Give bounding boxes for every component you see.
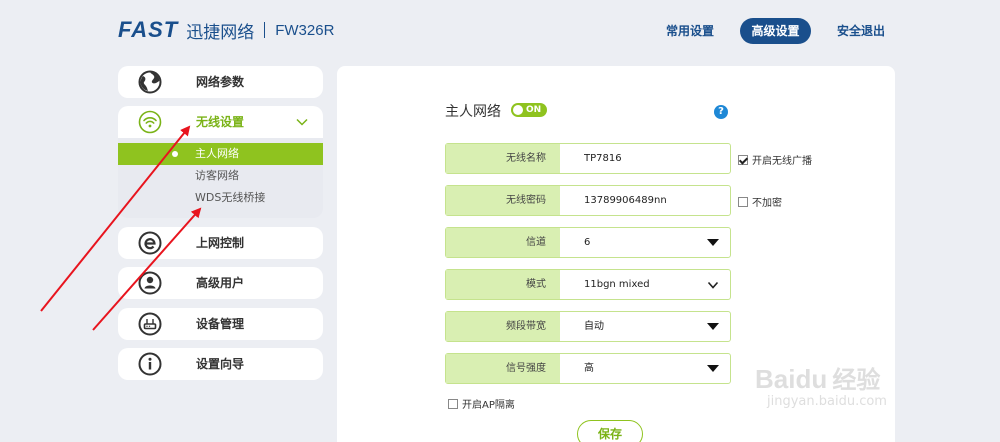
chevron-down-icon[interactable] — [707, 279, 719, 291]
field-mode: 模式 11bgn mixed — [445, 269, 731, 300]
nav-common-settings[interactable]: 常用设置 — [658, 18, 722, 44]
sidebar-item-label: 网络参数 — [196, 75, 245, 89]
sidebar-item-label: 高级用户 — [196, 276, 245, 290]
checkbox-box[interactable] — [738, 154, 748, 165]
router-icon — [138, 312, 162, 336]
sidebar-item-network-params[interactable]: 网络参数 — [118, 66, 323, 98]
active-dot-icon — [172, 151, 178, 157]
sidebar-item-label: 上网控制 — [196, 236, 245, 250]
field-label: 无线名称 — [446, 144, 560, 173]
sidebar-item-label: 设置向导 — [196, 357, 245, 371]
sidebar-item-setup-wizard[interactable]: 设置向导 — [118, 348, 323, 380]
top-nav: 常用设置 高级设置 安全退出 — [0, 18, 1000, 44]
checkbox-label: 开启无线广播 — [752, 156, 812, 167]
field-signal-strength: 信号强度 高 — [445, 353, 731, 384]
toggle-state-label: ON — [526, 105, 542, 115]
sidebar-item-advanced-users[interactable]: 高级用户 — [118, 267, 323, 299]
watermark-paw: du — [795, 364, 828, 394]
watermark-cn: 经验 — [832, 366, 881, 394]
watermark-bai: Bai — [755, 364, 796, 394]
subitem-label: 访客网络 — [195, 169, 239, 182]
dropdown-caret-icon[interactable] — [707, 365, 719, 372]
page-title: 主人网络 — [445, 104, 501, 120]
sidebar-group-wireless: 无线设置 主人网络 访客网络 WDS无线桥接 — [118, 106, 323, 218]
sidebar-subitem-host-network[interactable]: 主人网络 — [118, 143, 323, 165]
dropdown-caret-icon[interactable] — [707, 323, 719, 330]
bandwidth-select[interactable]: 自动 — [560, 312, 730, 341]
broadcast-checkbox[interactable]: 开启无线广播 — [738, 152, 812, 167]
subitem-label: WDS无线桥接 — [195, 191, 266, 204]
nav-logout[interactable]: 安全退出 — [830, 18, 892, 44]
ssid-input[interactable] — [560, 144, 730, 173]
globe-icon — [138, 70, 162, 94]
baidu-watermark: Baidu 经验 jingyan.baidu.com — [755, 360, 955, 420]
sidebar-subitem-guest-network[interactable]: 访客网络 — [118, 165, 323, 187]
checkbox-label: 开启AP隔离 — [462, 400, 515, 411]
field-label: 信号强度 — [446, 354, 560, 383]
sidebar-item-label: 设备管理 — [196, 317, 245, 331]
password-input[interactable] — [560, 186, 730, 215]
sidebar-item-internet-control[interactable]: 上网控制 — [118, 227, 323, 259]
field-channel: 信道 6 — [445, 227, 731, 258]
save-button[interactable]: 保存 — [577, 420, 643, 442]
wifi-icon — [138, 110, 162, 134]
dropdown-caret-icon[interactable] — [707, 239, 719, 246]
info-icon — [138, 352, 162, 376]
field-ssid: 无线名称 — [445, 143, 731, 174]
host-network-toggle[interactable]: ON — [511, 103, 547, 117]
sidebar-item-device-management[interactable]: 设备管理 — [118, 308, 323, 340]
nav-advanced-settings[interactable]: 高级设置 — [740, 18, 811, 44]
channel-select[interactable]: 6 — [560, 228, 730, 257]
toggle-knob — [513, 105, 523, 115]
checkbox-box[interactable] — [738, 196, 748, 207]
ap-isolation-checkbox[interactable]: 开启AP隔离 — [448, 396, 515, 411]
sidebar-item-label: 无线设置 — [196, 115, 245, 129]
watermark-url: jingyan.baidu.com — [767, 394, 887, 409]
chevron-down-icon — [296, 118, 308, 126]
internet-explorer-icon — [138, 231, 162, 255]
field-label: 频段带宽 — [446, 312, 560, 341]
no-encryption-checkbox[interactable]: 不加密 — [738, 194, 782, 209]
sidebar-item-wireless[interactable]: 无线设置 — [118, 106, 323, 138]
checkbox-box[interactable] — [448, 398, 458, 409]
field-label: 信道 — [446, 228, 560, 257]
field-label: 模式 — [446, 270, 560, 299]
subitem-label: 主人网络 — [195, 147, 239, 160]
field-label: 无线密码 — [446, 186, 560, 215]
field-bandwidth: 频段带宽 自动 — [445, 311, 731, 342]
help-icon[interactable]: ? — [714, 105, 728, 119]
checkbox-label: 不加密 — [752, 198, 782, 209]
signal-strength-select[interactable]: 高 — [560, 354, 730, 383]
field-password: 无线密码 — [445, 185, 731, 216]
mode-select[interactable]: 11bgn mixed — [560, 270, 730, 299]
user-icon — [138, 271, 162, 295]
sidebar-subitem-wds-bridge[interactable]: WDS无线桥接 — [118, 187, 323, 209]
